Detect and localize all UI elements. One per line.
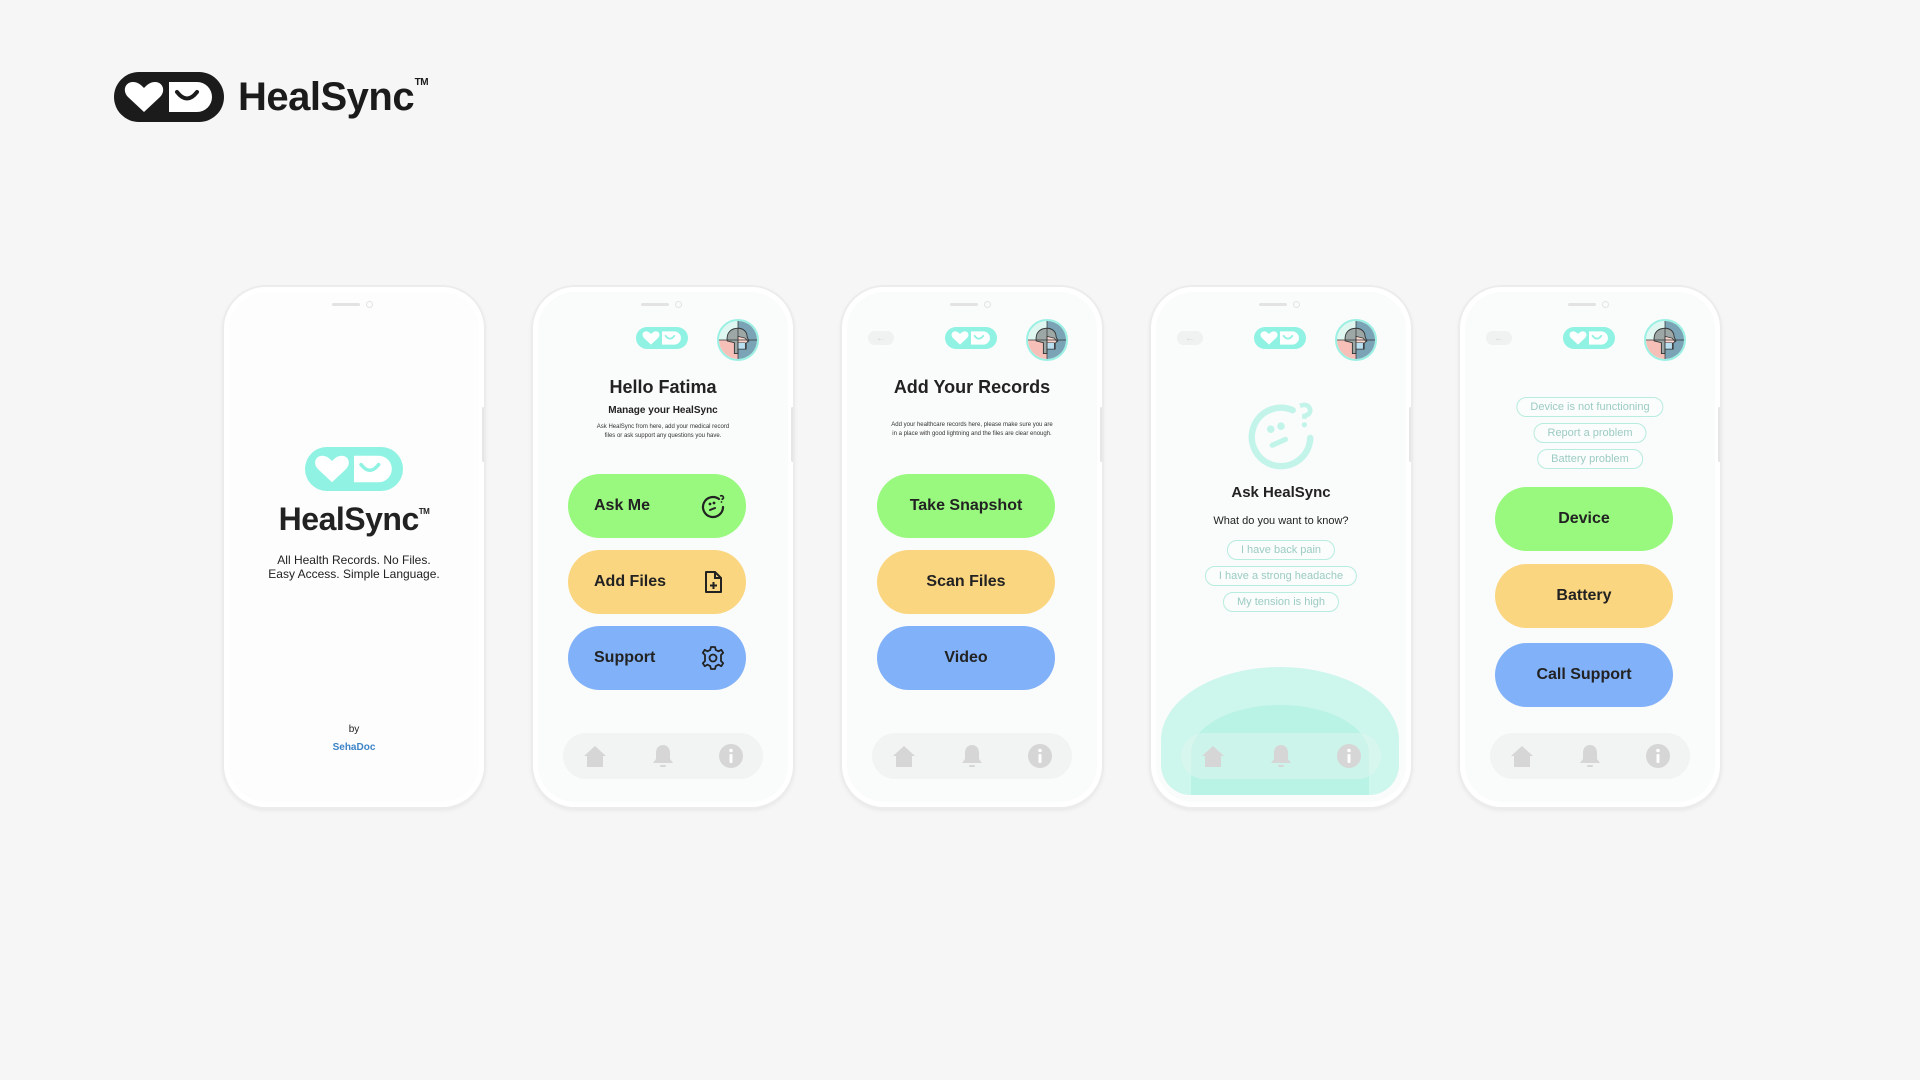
info-icon[interactable] xyxy=(717,742,745,770)
back-button[interactable]: ← xyxy=(1177,331,1203,345)
phone-speaker xyxy=(950,303,978,306)
splash-title: HealSyncTM xyxy=(278,501,430,537)
home-icon[interactable] xyxy=(581,742,609,770)
trademark-mark: TM xyxy=(418,507,430,516)
arrow-left-icon: ← xyxy=(876,332,886,344)
arrow-left-icon: ← xyxy=(1494,332,1504,344)
gear-icon xyxy=(701,646,725,670)
call-support-button[interactable]: Call Support xyxy=(1495,643,1673,707)
device-label: Device xyxy=(1558,510,1610,527)
description-line-1: Ask HealSync from here, add your medical… xyxy=(596,424,730,430)
ask-subtitle: What do you want to know? xyxy=(1213,515,1349,527)
thinking-face-icon xyxy=(1248,402,1314,470)
bottom-nav xyxy=(872,733,1072,779)
support-label: Support xyxy=(594,649,656,666)
user-avatar[interactable] xyxy=(1026,319,1068,361)
battery-label: Battery xyxy=(1556,587,1612,604)
healsync-logo-icon[interactable] xyxy=(945,327,997,349)
take-snapshot-button[interactable]: Take Snapshot xyxy=(877,474,1055,538)
suggestion-chip[interactable]: I have a strong headache xyxy=(1204,566,1358,586)
company-link[interactable]: SehaDoc xyxy=(224,742,484,753)
phone-splash-screen: HealSyncTM All Health Records. No Files.… xyxy=(224,287,484,807)
phone-camera xyxy=(675,301,682,308)
info-icon[interactable] xyxy=(1026,742,1054,770)
bell-icon[interactable] xyxy=(649,742,677,770)
ask-me-label: Ask Me xyxy=(594,497,651,514)
description-line-1: Add your healthcare records here, please… xyxy=(891,422,1053,428)
add-files-button[interactable]: Add Files xyxy=(568,550,746,614)
file-add-icon xyxy=(705,571,722,593)
phone-camera xyxy=(984,301,991,308)
home-description: Ask HealSync from here, add your medical… xyxy=(563,423,763,441)
device-button[interactable]: Device xyxy=(1495,487,1673,551)
phone-speaker xyxy=(1259,303,1287,306)
info-icon[interactable] xyxy=(1335,742,1363,770)
info-icon[interactable] xyxy=(1644,742,1672,770)
battery-button[interactable]: Battery xyxy=(1495,564,1673,628)
phone-camera xyxy=(1293,301,1300,308)
home-subtitle: Manage your HealSync xyxy=(608,405,718,416)
arrow-left-icon: ← xyxy=(1185,332,1195,344)
brand-header: HealSync TM xyxy=(114,72,429,122)
take-snapshot-label: Take Snapshot xyxy=(909,497,1023,514)
phone-ask-screen: ← Ask HealSync What do you want to know?… xyxy=(1151,287,1411,807)
back-button[interactable]: ← xyxy=(1486,331,1512,345)
records-description: Add your healthcare records here, please… xyxy=(864,421,1080,439)
user-avatar[interactable] xyxy=(717,319,759,361)
phone-home-screen: Hello Fatima Manage your HealSync Ask He… xyxy=(533,287,793,807)
suggestion-chip[interactable]: Report a problem xyxy=(1533,423,1647,443)
trademark-mark: TM xyxy=(414,76,429,88)
records-title: Add Your Records xyxy=(893,377,1051,397)
phone-speaker xyxy=(332,303,360,306)
description-line-2: files or ask support any questions you h… xyxy=(604,433,722,439)
healsync-logo-icon[interactable] xyxy=(1563,327,1615,349)
home-icon[interactable] xyxy=(1508,742,1536,770)
user-avatar[interactable] xyxy=(1644,319,1686,361)
phone-speaker xyxy=(641,303,669,306)
suggestion-chip[interactable]: Device is not functioning xyxy=(1516,397,1664,417)
healsync-logo-icon xyxy=(305,447,403,491)
phone-speaker xyxy=(1568,303,1596,306)
healsync-logo-icon xyxy=(114,72,224,122)
scan-files-label: Scan Files xyxy=(926,573,1006,590)
healsync-logo-icon[interactable] xyxy=(1254,327,1306,349)
bottom-nav xyxy=(1490,733,1690,779)
back-button[interactable]: ← xyxy=(868,331,894,345)
call-support-label: Call Support xyxy=(1536,666,1632,683)
greeting-title: Hello Fatima xyxy=(609,377,717,397)
phone-camera xyxy=(1602,301,1609,308)
suggestion-chip[interactable]: I have back pain xyxy=(1226,540,1336,560)
thinking-face-icon xyxy=(701,494,725,519)
bottom-nav xyxy=(563,733,763,779)
add-files-label: Add Files xyxy=(594,573,667,590)
support-button[interactable]: Support xyxy=(568,626,746,690)
healsync-logo-icon[interactable] xyxy=(636,327,688,349)
scan-files-button[interactable]: Scan Files xyxy=(877,550,1055,614)
tagline-line-2: Easy Access. Simple Language. xyxy=(268,567,440,581)
bell-icon[interactable] xyxy=(958,742,986,770)
phone-add-records-screen: ← Add Your Records Add your healthcare r… xyxy=(842,287,1102,807)
bell-icon[interactable] xyxy=(1576,742,1604,770)
video-button[interactable]: Video xyxy=(877,626,1055,690)
video-label: Video xyxy=(944,649,988,666)
tagline-line-1: All Health Records. No Files. xyxy=(277,553,431,567)
home-icon[interactable] xyxy=(890,742,918,770)
bell-icon[interactable] xyxy=(1267,742,1295,770)
suggestion-chip[interactable]: Battery problem xyxy=(1537,449,1643,469)
user-avatar[interactable] xyxy=(1335,319,1377,361)
suggestion-chip[interactable]: My tension is high xyxy=(1222,592,1340,612)
description-line-2: in a place with good lightning and the f… xyxy=(892,431,1052,437)
bottom-nav xyxy=(1181,733,1381,779)
ask-title: Ask HealSync xyxy=(1231,484,1331,501)
brand-name: HealSync TM xyxy=(238,74,429,119)
by-label: by xyxy=(348,724,360,735)
ask-me-button[interactable]: Ask Me xyxy=(568,474,746,538)
phone-support-screen: ← Device is not functioning Report a pro… xyxy=(1460,287,1720,807)
splash-tagline: All Health Records. No Files. Easy Acces… xyxy=(224,553,484,581)
home-icon[interactable] xyxy=(1199,742,1227,770)
phone-camera xyxy=(366,301,373,308)
